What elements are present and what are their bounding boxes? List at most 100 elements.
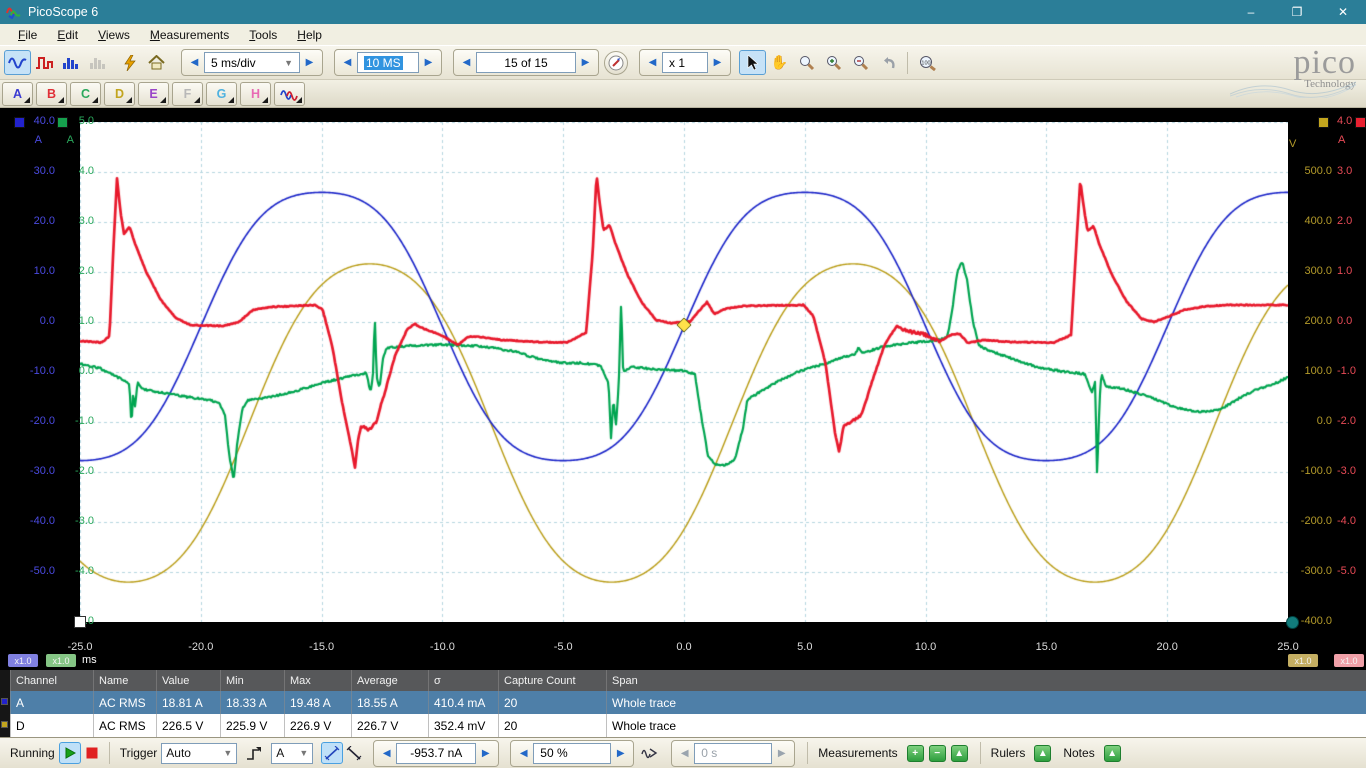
axis-B-tick-label[interactable]: 3.0 xyxy=(1337,165,1365,178)
axis-C-tick-label[interactable]: 3.0 xyxy=(58,215,94,228)
samples-increase-button[interactable]: ▶ xyxy=(419,52,438,74)
zoom-undo-button[interactable] xyxy=(874,50,901,75)
axis-B-tick-label[interactable]: -1.0 xyxy=(1337,365,1365,378)
samples-input[interactable]: 10 MS xyxy=(357,52,419,73)
close-button[interactable]: ✕ xyxy=(1320,0,1366,24)
axis-D-tick-label[interactable]: -300.0 xyxy=(1290,565,1332,578)
axis-A-tick-label[interactable]: 40.0 xyxy=(0,115,55,128)
axis-C-scale-handle[interactable] xyxy=(57,117,68,128)
axis-D-tick-label[interactable]: 100.0 xyxy=(1290,365,1332,378)
buffer-indicator[interactable]: 15 of 15 xyxy=(476,52,576,73)
timebase-dropdown[interactable]: 5 ms/div ▼ xyxy=(204,52,300,73)
axis-C-tick-label[interactable]: 0.0 xyxy=(58,365,94,378)
axis-A-tick-label[interactable]: 0.0 xyxy=(0,315,55,328)
ruler-settings-button[interactable]: ▲ xyxy=(1034,745,1051,762)
trigger-level-down-button[interactable]: ◀ xyxy=(377,742,396,764)
axis-D-tick-label[interactable]: 200.0 xyxy=(1290,315,1332,328)
menu-item-edit[interactable]: Edit xyxy=(47,25,88,45)
axis-A-tick-label[interactable]: -40.0 xyxy=(0,515,55,528)
zoom-out-button[interactable] xyxy=(847,50,874,75)
axis-D-tick-label[interactable]: -100.0 xyxy=(1290,465,1332,478)
buffer-prev-button[interactable]: ◀ xyxy=(457,52,476,74)
notes-settings-button[interactable]: ▲ xyxy=(1104,745,1121,762)
axis-D-scale-handle[interactable] xyxy=(1318,117,1329,128)
axis-A-tick-label[interactable]: -10.0 xyxy=(0,365,55,378)
axis-A-tick-label[interactable]: 30.0 xyxy=(0,165,55,178)
channel-E-button[interactable]: E xyxy=(138,82,169,106)
axis-C-tick-label[interactable]: 2.0 xyxy=(58,265,94,278)
trigger-level-up-button[interactable]: ▶ xyxy=(476,742,495,764)
spectrum-view-button[interactable] xyxy=(31,50,58,75)
zoom-100-button[interactable]: 100 xyxy=(914,50,941,75)
add-measurement-button[interactable]: + xyxy=(907,745,924,762)
channel-B-scale-badge[interactable]: x1.0 xyxy=(1334,654,1364,667)
axis-D-tick-label[interactable]: 0.0 xyxy=(1290,415,1332,428)
axis-A-scale-handle[interactable] xyxy=(14,117,25,128)
axis-C-tick-label[interactable]: -4.0 xyxy=(58,565,94,578)
axis-B-tick-label[interactable]: -2.0 xyxy=(1337,415,1365,428)
axis-B-tick-label[interactable]: -3.0 xyxy=(1337,465,1365,478)
math-channels-button[interactable] xyxy=(274,82,305,106)
restore-button[interactable]: ❐ xyxy=(1274,0,1320,24)
channel-D-button[interactable]: D xyxy=(104,82,135,106)
home-settings-button[interactable] xyxy=(143,50,170,75)
pre-trigger-down-button[interactable]: ◀ xyxy=(514,742,533,764)
axis-B-tick-label[interactable]: 2.0 xyxy=(1337,215,1365,228)
table-row[interactable]: AAC RMS18.81 A18.33 A19.48 A18.55 A410.4… xyxy=(0,691,1366,714)
axis-B-scale-handle[interactable] xyxy=(1355,117,1366,128)
auto-setup-button[interactable] xyxy=(116,50,143,75)
menu-item-measurements[interactable]: Measurements xyxy=(140,25,239,45)
axis-D-tick-label[interactable]: 400.0 xyxy=(1290,215,1332,228)
falling-edge-button[interactable] xyxy=(343,742,365,764)
hand-tool-button[interactable]: ✋ xyxy=(766,50,793,75)
rising-edge-button[interactable] xyxy=(321,742,343,764)
axis-C-tick-label[interactable]: -2.0 xyxy=(58,465,94,478)
pre-trigger-up-button[interactable]: ▶ xyxy=(611,742,630,764)
advanced-trigger-button[interactable] xyxy=(243,742,265,764)
waveform-navigator-button[interactable] xyxy=(604,51,628,75)
axis-B-tick-label[interactable]: 0.0 xyxy=(1337,315,1365,328)
axis-B-tick-label[interactable]: -5.0 xyxy=(1337,565,1365,578)
axis-B-tick-label[interactable]: 1.0 xyxy=(1337,265,1365,278)
buffer-next-button[interactable]: ▶ xyxy=(576,52,595,74)
pointer-tool-button[interactable] xyxy=(739,50,766,75)
start-capture-button[interactable] xyxy=(59,742,81,764)
trigger-reference-marker[interactable] xyxy=(74,616,86,628)
channel-A-button[interactable]: A xyxy=(2,82,33,106)
zoom-select-button[interactable] xyxy=(793,50,820,75)
waveform-plot[interactable] xyxy=(80,122,1288,622)
axis-A-tick-label[interactable]: 20.0 xyxy=(0,215,55,228)
samples-decrease-button[interactable]: ◀ xyxy=(338,52,357,74)
channel-F-button[interactable]: F xyxy=(172,82,203,106)
scope-view-button[interactable] xyxy=(4,50,31,75)
zoom-out-step-button[interactable]: ◀ xyxy=(643,52,662,74)
axis-B-tick-label[interactable]: -4.0 xyxy=(1337,515,1365,528)
axis-A-tick-label[interactable]: -30.0 xyxy=(0,465,55,478)
axis-D-tick-label[interactable]: 300.0 xyxy=(1290,265,1332,278)
channel-C-scale-badge[interactable]: x1.0 xyxy=(46,654,76,667)
zoom-factor-box[interactable]: x 1 xyxy=(662,52,708,73)
post-trigger-delay-button[interactable] xyxy=(638,742,660,764)
axis-A-tick-label[interactable]: -20.0 xyxy=(0,415,55,428)
minimize-button[interactable]: – xyxy=(1228,0,1274,24)
table-header-row[interactable]: ChannelNameValueMinMaxAverageσCapture Co… xyxy=(0,670,1366,691)
trigger-mode-dropdown[interactable]: Auto ▼ xyxy=(161,743,237,764)
channel-A-scale-badge[interactable]: x1.0 xyxy=(8,654,38,667)
axis-C-tick-label[interactable]: 4.0 xyxy=(58,165,94,178)
trigger-source-dropdown[interactable]: A ▼ xyxy=(271,743,313,764)
channel-H-button[interactable]: H xyxy=(240,82,271,106)
channel-G-button[interactable]: G xyxy=(206,82,237,106)
menu-item-help[interactable]: Help xyxy=(287,25,332,45)
axis-offset-marker[interactable] xyxy=(1286,616,1299,629)
pre-trigger-input[interactable]: 50 % xyxy=(533,743,611,764)
trigger-level-input[interactable]: -953.7 nA xyxy=(396,743,476,764)
zoom-in-step-button[interactable]: ▶ xyxy=(708,52,727,74)
edit-measurement-button[interactable]: ▲ xyxy=(951,745,968,762)
channel-D-scale-badge[interactable]: x1.0 xyxy=(1288,654,1318,667)
menu-item-file[interactable]: File xyxy=(8,25,47,45)
axis-C-tick-label[interactable]: -3.0 xyxy=(58,515,94,528)
remove-measurement-button[interactable]: − xyxy=(929,745,946,762)
histogram-view-button[interactable] xyxy=(58,50,85,75)
timebase-prev-button[interactable]: ◀ xyxy=(185,52,204,74)
axis-C-tick-label[interactable]: -1.0 xyxy=(58,415,94,428)
